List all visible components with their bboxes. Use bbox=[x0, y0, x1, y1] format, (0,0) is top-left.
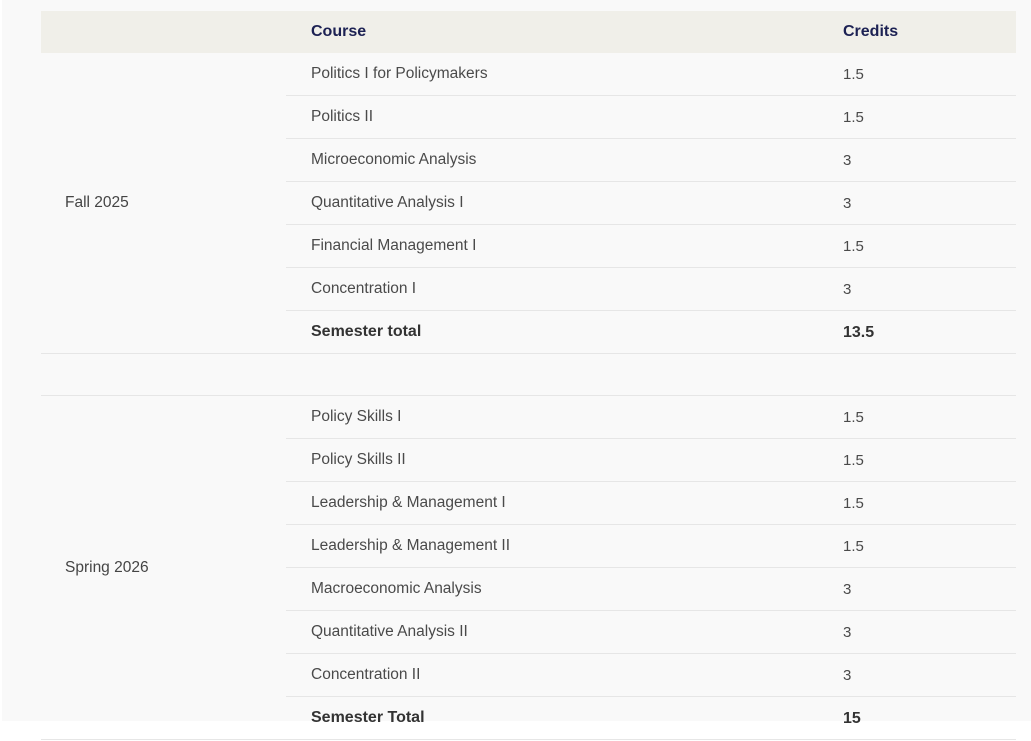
table-row: Leadership & Management II 1.5 bbox=[286, 525, 1016, 568]
course-credits: 3 bbox=[843, 667, 852, 684]
semester-total-label: Semester total bbox=[311, 323, 422, 340]
course-name: Policy Skills I bbox=[311, 408, 402, 425]
table-row: Concentration I 3 bbox=[286, 268, 1016, 311]
credits-column-header: Credits bbox=[843, 23, 899, 40]
semester-total-label: Semester Total bbox=[311, 709, 425, 726]
table-row: Politics II 1.5 bbox=[286, 96, 1016, 139]
semester-label: Spring 2026 bbox=[65, 558, 149, 576]
course-credits: 1.5 bbox=[843, 66, 864, 83]
table-row: Policy Skills I 1.5 bbox=[286, 396, 1016, 439]
course-name: Macroeconomic Analysis bbox=[311, 580, 482, 597]
table-row: Financial Management I 1.5 bbox=[286, 225, 1016, 268]
course-column-header: Course bbox=[311, 23, 367, 40]
table-row: Macroeconomic Analysis 3 bbox=[286, 568, 1016, 611]
course-rows: Politics I for Policymakers 1.5 Politics… bbox=[286, 53, 1016, 353]
table-row: Microeconomic Analysis 3 bbox=[286, 139, 1016, 182]
course-credits: 3 bbox=[843, 281, 852, 298]
group-spacer bbox=[41, 354, 1016, 396]
semester-group-fall-2025: Fall 2025 Politics I for Policymakers 1.… bbox=[41, 53, 1016, 354]
course-name: Leadership & Management I bbox=[311, 494, 506, 511]
course-name: Quantitative Analysis II bbox=[311, 623, 468, 640]
course-credits: 1.5 bbox=[843, 495, 864, 512]
semester-total-row: Semester total 13.5 bbox=[286, 311, 1016, 353]
table-row: Leadership & Management I 1.5 bbox=[286, 482, 1016, 525]
course-credits: 1.5 bbox=[843, 409, 864, 426]
semester-total-credits: 15 bbox=[843, 710, 861, 727]
table-row: Quantitative Analysis I 3 bbox=[286, 182, 1016, 225]
course-credits: 3 bbox=[843, 581, 852, 598]
course-name: Politics I for Policymakers bbox=[311, 65, 488, 82]
course-name: Policy Skills II bbox=[311, 451, 406, 468]
table-row: Policy Skills II 1.5 bbox=[286, 439, 1016, 482]
course-name: Concentration I bbox=[311, 280, 417, 297]
semester-total-credits: 13.5 bbox=[843, 324, 875, 341]
course-credits: 1.5 bbox=[843, 452, 864, 469]
table-row: Concentration II 3 bbox=[286, 654, 1016, 697]
semester-group-spring-2026: Spring 2026 Policy Skills I 1.5 Policy S… bbox=[41, 396, 1016, 740]
course-name: Concentration II bbox=[311, 666, 421, 683]
course-name: Microeconomic Analysis bbox=[311, 151, 477, 168]
course-credits: 3 bbox=[843, 152, 852, 169]
table-row: Quantitative Analysis II 3 bbox=[286, 611, 1016, 654]
course-rows: Policy Skills I 1.5 Policy Skills II 1.5… bbox=[286, 396, 1016, 739]
page: Course Credits Fall 2025 Politics I for … bbox=[2, 0, 1031, 740]
course-credits: 1.5 bbox=[843, 109, 864, 126]
course-name: Quantitative Analysis I bbox=[311, 194, 464, 211]
course-credits: 1.5 bbox=[843, 238, 864, 255]
course-name: Politics II bbox=[311, 108, 374, 125]
course-credits: 1.5 bbox=[843, 538, 864, 555]
course-name: Leadership & Management II bbox=[311, 537, 511, 554]
semester-label: Fall 2025 bbox=[65, 194, 129, 211]
table-row: Politics I for Policymakers 1.5 bbox=[286, 53, 1016, 96]
course-schedule-table: Course Credits Fall 2025 Politics I for … bbox=[41, 11, 1016, 740]
course-credits: 3 bbox=[843, 624, 852, 641]
semester-total-row: Semester Total 15 bbox=[286, 697, 1016, 739]
course-credits: 3 bbox=[843, 195, 852, 212]
table-header: Course Credits bbox=[41, 11, 1016, 53]
course-name: Financial Management I bbox=[311, 237, 477, 254]
